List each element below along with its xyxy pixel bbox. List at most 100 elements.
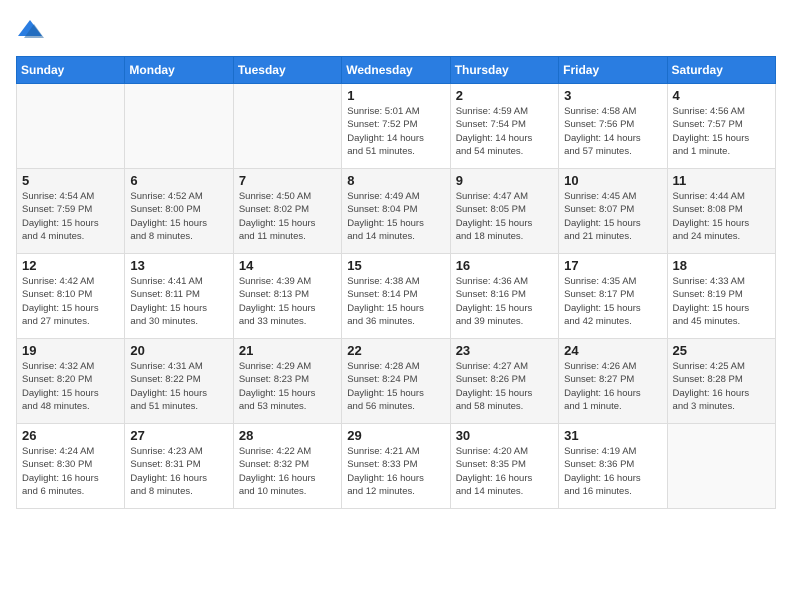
day-info: Sunrise: 4:44 AM Sunset: 8:08 PM Dayligh… xyxy=(673,190,770,243)
day-number: 31 xyxy=(564,428,661,443)
day-number: 2 xyxy=(456,88,553,103)
day-number: 1 xyxy=(347,88,444,103)
day-info: Sunrise: 4:22 AM Sunset: 8:32 PM Dayligh… xyxy=(239,445,336,498)
day-info: Sunrise: 4:56 AM Sunset: 7:57 PM Dayligh… xyxy=(673,105,770,158)
day-info: Sunrise: 4:26 AM Sunset: 8:27 PM Dayligh… xyxy=(564,360,661,413)
day-number: 4 xyxy=(673,88,770,103)
calendar-cell: 8 Sunrise: 4:49 AM Sunset: 8:04 PM Daylig… xyxy=(342,169,450,254)
day-info: Sunrise: 4:49 AM Sunset: 8:04 PM Dayligh… xyxy=(347,190,444,243)
day-info: Sunrise: 4:24 AM Sunset: 8:30 PM Dayligh… xyxy=(22,445,119,498)
calendar-week-row: 12 Sunrise: 4:42 AM Sunset: 8:10 PM Dayli… xyxy=(17,254,776,339)
day-info: Sunrise: 4:39 AM Sunset: 8:13 PM Dayligh… xyxy=(239,275,336,328)
calendar-week-row: 1 Sunrise: 5:01 AM Sunset: 7:52 PM Daylig… xyxy=(17,84,776,169)
calendar-cell: 22 Sunrise: 4:28 AM Sunset: 8:24 PM Dayli… xyxy=(342,339,450,424)
day-number: 25 xyxy=(673,343,770,358)
calendar-cell: 29 Sunrise: 4:21 AM Sunset: 8:33 PM Dayli… xyxy=(342,424,450,509)
calendar-cell: 10 Sunrise: 4:45 AM Sunset: 8:07 PM Dayli… xyxy=(559,169,667,254)
calendar-cell: 30 Sunrise: 4:20 AM Sunset: 8:35 PM Dayli… xyxy=(450,424,558,509)
col-header-wednesday: Wednesday xyxy=(342,57,450,84)
day-info: Sunrise: 4:29 AM Sunset: 8:23 PM Dayligh… xyxy=(239,360,336,413)
calendar-cell: 5 Sunrise: 4:54 AM Sunset: 7:59 PM Daylig… xyxy=(17,169,125,254)
day-number: 26 xyxy=(22,428,119,443)
calendar-cell: 23 Sunrise: 4:27 AM Sunset: 8:26 PM Dayli… xyxy=(450,339,558,424)
col-header-tuesday: Tuesday xyxy=(233,57,341,84)
col-header-sunday: Sunday xyxy=(17,57,125,84)
day-number: 16 xyxy=(456,258,553,273)
logo xyxy=(16,16,48,44)
calendar-cell: 28Sunrise: 4:22 AM Sunset: 8:32 PM Dayli… xyxy=(233,424,341,509)
day-info: Sunrise: 4:45 AM Sunset: 8:07 PM Dayligh… xyxy=(564,190,661,243)
col-header-monday: Monday xyxy=(125,57,233,84)
calendar-week-row: 5 Sunrise: 4:54 AM Sunset: 7:59 PM Daylig… xyxy=(17,169,776,254)
day-number: 22 xyxy=(347,343,444,358)
day-info: Sunrise: 4:52 AM Sunset: 8:00 PM Dayligh… xyxy=(130,190,227,243)
day-number: 23 xyxy=(456,343,553,358)
day-number: 24 xyxy=(564,343,661,358)
day-info: Sunrise: 4:35 AM Sunset: 8:17 PM Dayligh… xyxy=(564,275,661,328)
day-number: 29 xyxy=(347,428,444,443)
calendar-week-row: 26 Sunrise: 4:24 AM Sunset: 8:30 PM Dayli… xyxy=(17,424,776,509)
day-info: Sunrise: 4:54 AM Sunset: 7:59 PM Dayligh… xyxy=(22,190,119,243)
day-info: Sunrise: 4:32 AM Sunset: 8:20 PM Dayligh… xyxy=(22,360,119,413)
calendar-cell: 6 Sunrise: 4:52 AM Sunset: 8:00 PM Daylig… xyxy=(125,169,233,254)
day-info: Sunrise: 4:21 AM Sunset: 8:33 PM Dayligh… xyxy=(347,445,444,498)
calendar-cell: 16 Sunrise: 4:36 AM Sunset: 8:16 PM Dayli… xyxy=(450,254,558,339)
day-info: Sunrise: 4:31 AM Sunset: 8:22 PM Dayligh… xyxy=(130,360,227,413)
day-info: Sunrise: 4:50 AM Sunset: 8:02 PM Dayligh… xyxy=(239,190,336,243)
calendar-cell xyxy=(667,424,775,509)
logo-icon xyxy=(16,16,44,44)
calendar-cell: 15 Sunrise: 4:38 AM Sunset: 8:14 PM Dayli… xyxy=(342,254,450,339)
page-header xyxy=(16,16,776,44)
day-info: Sunrise: 4:58 AM Sunset: 7:56 PM Dayligh… xyxy=(564,105,661,158)
calendar-cell: 9 Sunrise: 4:47 AM Sunset: 8:05 PM Daylig… xyxy=(450,169,558,254)
calendar-cell: 14Sunrise: 4:39 AM Sunset: 8:13 PM Dayli… xyxy=(233,254,341,339)
day-number: 21 xyxy=(239,343,336,358)
col-header-friday: Friday xyxy=(559,57,667,84)
calendar-cell: 18 Sunrise: 4:33 AM Sunset: 8:19 PM Dayli… xyxy=(667,254,775,339)
calendar-cell xyxy=(17,84,125,169)
col-header-thursday: Thursday xyxy=(450,57,558,84)
calendar-cell: 11 Sunrise: 4:44 AM Sunset: 8:08 PM Dayli… xyxy=(667,169,775,254)
day-number: 6 xyxy=(130,173,227,188)
day-info: Sunrise: 4:25 AM Sunset: 8:28 PM Dayligh… xyxy=(673,360,770,413)
col-header-saturday: Saturday xyxy=(667,57,775,84)
calendar-cell: 27Sunrise: 4:23 AM Sunset: 8:31 PM Dayli… xyxy=(125,424,233,509)
calendar-cell: 12 Sunrise: 4:42 AM Sunset: 8:10 PM Dayli… xyxy=(17,254,125,339)
day-number: 30 xyxy=(456,428,553,443)
calendar-cell: 24 Sunrise: 4:26 AM Sunset: 8:27 PM Dayli… xyxy=(559,339,667,424)
day-number: 10 xyxy=(564,173,661,188)
day-number: 18 xyxy=(673,258,770,273)
calendar-cell: 21 Sunrise: 4:29 AM Sunset: 8:23 PM Dayli… xyxy=(233,339,341,424)
day-info: Sunrise: 4:20 AM Sunset: 8:35 PM Dayligh… xyxy=(456,445,553,498)
day-number: 12 xyxy=(22,258,119,273)
calendar-week-row: 19Sunrise: 4:32 AM Sunset: 8:20 PM Dayli… xyxy=(17,339,776,424)
day-number: 27 xyxy=(130,428,227,443)
day-info: Sunrise: 4:38 AM Sunset: 8:14 PM Dayligh… xyxy=(347,275,444,328)
calendar-header-row: SundayMondayTuesdayWednesdayThursdayFrid… xyxy=(17,57,776,84)
day-number: 5 xyxy=(22,173,119,188)
calendar-cell xyxy=(125,84,233,169)
day-info: Sunrise: 4:59 AM Sunset: 7:54 PM Dayligh… xyxy=(456,105,553,158)
calendar-cell: 3 Sunrise: 4:58 AM Sunset: 7:56 PM Daylig… xyxy=(559,84,667,169)
day-number: 11 xyxy=(673,173,770,188)
day-info: Sunrise: 4:42 AM Sunset: 8:10 PM Dayligh… xyxy=(22,275,119,328)
calendar-cell xyxy=(233,84,341,169)
day-info: Sunrise: 4:28 AM Sunset: 8:24 PM Dayligh… xyxy=(347,360,444,413)
day-info: Sunrise: 4:36 AM Sunset: 8:16 PM Dayligh… xyxy=(456,275,553,328)
day-number: 20 xyxy=(130,343,227,358)
calendar-table: SundayMondayTuesdayWednesdayThursdayFrid… xyxy=(16,56,776,509)
day-info: Sunrise: 5:01 AM Sunset: 7:52 PM Dayligh… xyxy=(347,105,444,158)
day-info: Sunrise: 4:27 AM Sunset: 8:26 PM Dayligh… xyxy=(456,360,553,413)
day-number: 7 xyxy=(239,173,336,188)
day-number: 8 xyxy=(347,173,444,188)
day-info: Sunrise: 4:41 AM Sunset: 8:11 PM Dayligh… xyxy=(130,275,227,328)
calendar-cell: 25 Sunrise: 4:25 AM Sunset: 8:28 PM Dayli… xyxy=(667,339,775,424)
day-info: Sunrise: 4:47 AM Sunset: 8:05 PM Dayligh… xyxy=(456,190,553,243)
day-number: 13 xyxy=(130,258,227,273)
day-number: 3 xyxy=(564,88,661,103)
day-number: 9 xyxy=(456,173,553,188)
day-number: 15 xyxy=(347,258,444,273)
day-info: Sunrise: 4:19 AM Sunset: 8:36 PM Dayligh… xyxy=(564,445,661,498)
calendar-cell: 19Sunrise: 4:32 AM Sunset: 8:20 PM Dayli… xyxy=(17,339,125,424)
day-info: Sunrise: 4:33 AM Sunset: 8:19 PM Dayligh… xyxy=(673,275,770,328)
